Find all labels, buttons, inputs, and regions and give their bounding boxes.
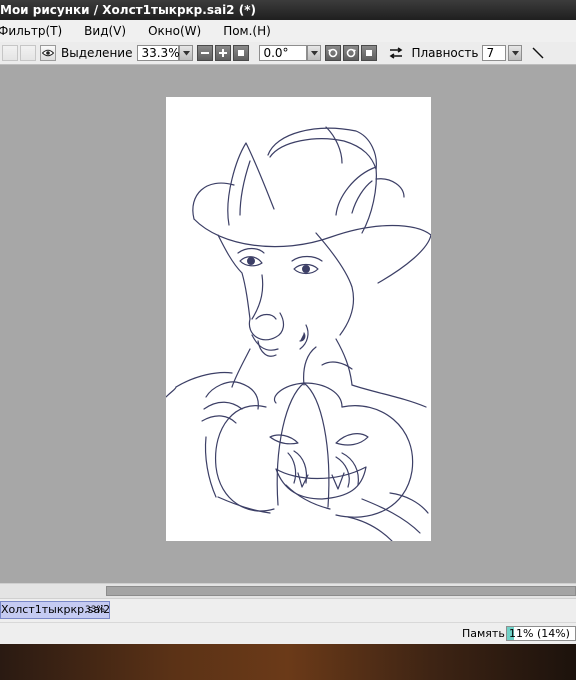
dropdown-arrow-icon[interactable]	[508, 45, 523, 61]
menu-help[interactable]: Пом.(H)	[223, 24, 271, 38]
memory-label: Память:	[462, 627, 509, 640]
zoom-field[interactable]: 33.3%	[137, 45, 180, 61]
canvas-paper[interactable]	[166, 97, 431, 541]
memory-meter: 11% (14%)	[506, 626, 576, 641]
desktop-background	[0, 644, 576, 680]
window-title: Мои рисунки / Холст1тыкркр.sai2 (*)	[0, 3, 256, 17]
status-bar: Память: 11% (14%)	[0, 622, 576, 645]
eye-icon[interactable]	[40, 45, 56, 61]
rotation-field[interactable]: 0.0°	[259, 45, 308, 61]
line-art-drawing	[166, 126, 431, 541]
document-tabs-bar: Холст1тыкркр.sai2 33%	[0, 598, 576, 623]
redo-button[interactable]	[20, 45, 36, 61]
scrollbar-thumb[interactable]	[106, 586, 576, 596]
pen-icon[interactable]	[530, 45, 546, 61]
dropdown-arrow-icon[interactable]	[307, 45, 322, 61]
horizontal-scrollbar[interactable]	[0, 583, 576, 598]
reset-rotation-icon[interactable]	[361, 45, 378, 61]
document-tab[interactable]: Холст1тыкркр.sai2 33%	[0, 601, 110, 619]
menu-filter[interactable]: Фильтр(T)	[0, 24, 62, 38]
flip-icon[interactable]	[389, 47, 403, 59]
smoothing-field[interactable]: 7	[482, 45, 507, 61]
menu-window[interactable]: Окно(W)	[148, 24, 201, 38]
smoothing-label: Плавность	[411, 46, 479, 60]
canvas-area[interactable]	[0, 65, 576, 583]
dropdown-arrow-icon[interactable]	[179, 45, 194, 61]
rotate-left-icon[interactable]	[325, 45, 342, 61]
selection-label: Выделение	[61, 46, 133, 60]
window-titlebar: Мои рисунки / Холст1тыкркр.sai2 (*)	[0, 0, 576, 20]
menu-bar: Фильтр(T) Вид(V) Окно(W) Пом.(H)	[0, 20, 576, 43]
toolbar: Выделение 33.3% 0.0° Плавность 7	[0, 42, 576, 65]
rotate-right-icon[interactable]	[343, 45, 360, 61]
document-tab-zoom: 33%	[84, 605, 105, 615]
plus-icon[interactable]	[215, 45, 232, 61]
memory-value: 11% (14%)	[509, 627, 570, 640]
undo-button[interactable]	[2, 45, 18, 61]
menu-view[interactable]: Вид(V)	[84, 24, 126, 38]
reset-icon[interactable]	[233, 45, 250, 61]
minus-icon[interactable]	[197, 45, 214, 61]
